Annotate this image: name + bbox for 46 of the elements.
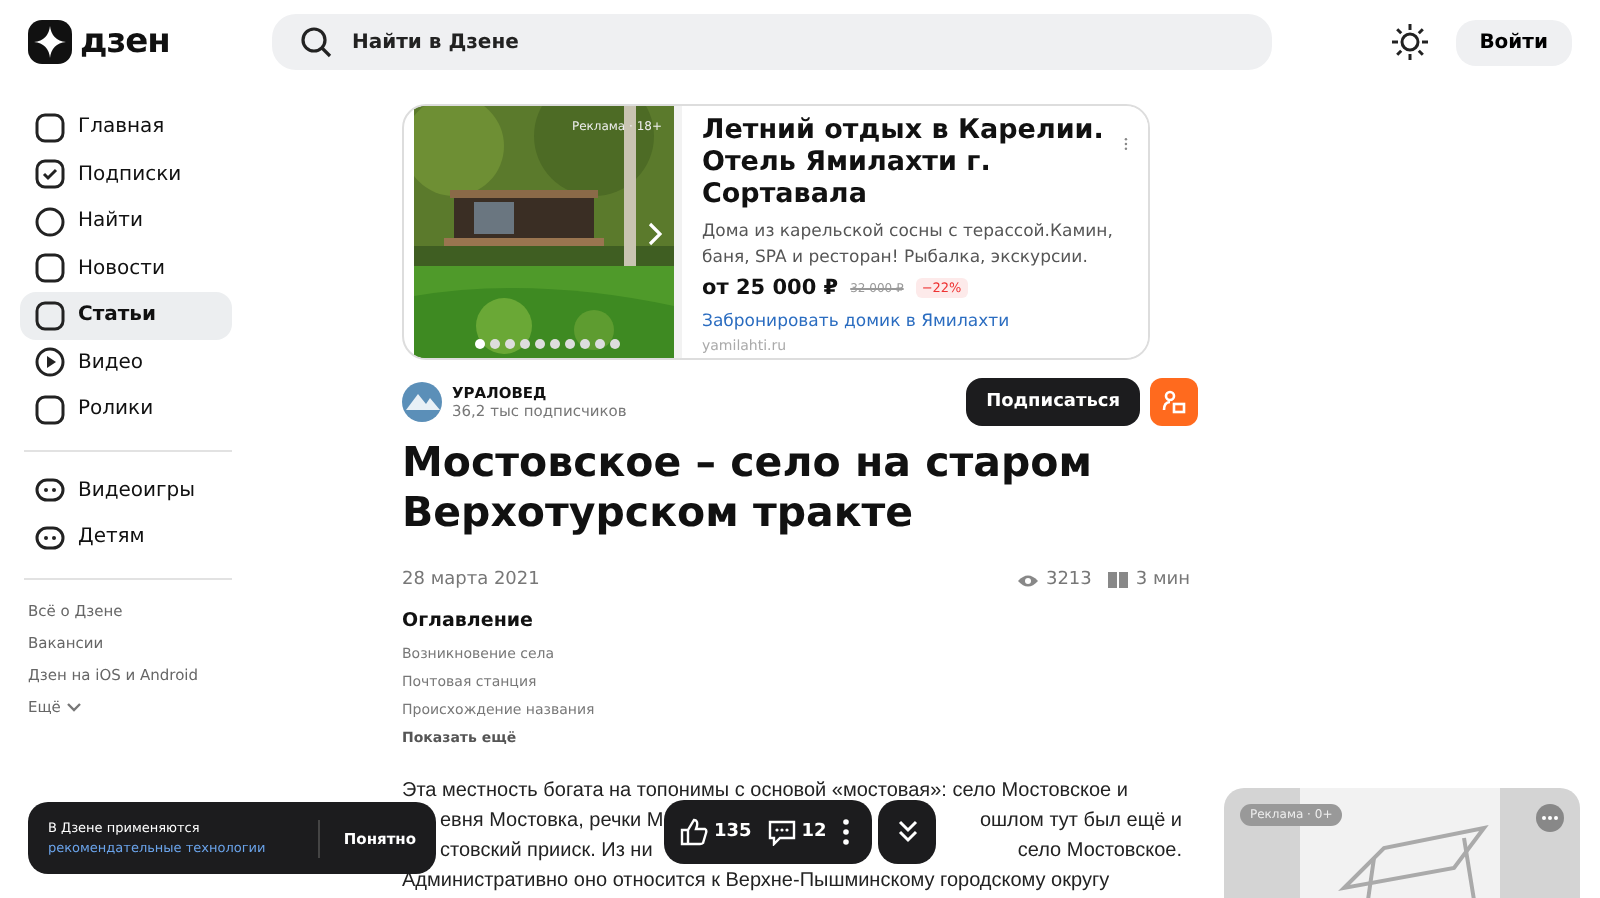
like-button[interactable]: 135 (680, 818, 752, 846)
read-time: 3 мин (1135, 570, 1190, 590)
double-chevron-icon (895, 820, 919, 844)
carousel-dots[interactable] (474, 338, 624, 350)
nav-item[interactable]: Главная (20, 104, 232, 151)
nav-item[interactable]: Найти (20, 198, 232, 245)
channel-avatar[interactable] (402, 382, 442, 422)
article-text: село Мостовское. (1017, 838, 1182, 866)
thumbs-up-icon (680, 818, 708, 846)
sun-icon[interactable] (1391, 24, 1428, 60)
logo-icon (28, 20, 72, 64)
ad-description: Дома из карельской сосны с терассой.Камин, баня, SPA и ресторан! Рыбалка, экскурсии. (702, 220, 1115, 272)
article-text: стовский прииск. Из ни (440, 838, 653, 866)
nav-item[interactable]: Статьи (20, 292, 232, 339)
subscribe-button[interactable]: Подписаться (966, 378, 1140, 426)
toc-heading: Оглавление (402, 610, 535, 632)
article-text: ошлом тут был ещё и (979, 808, 1182, 836)
share-button[interactable] (1150, 378, 1198, 426)
login-button[interactable]: Войти (1455, 19, 1572, 65)
eye-icon (1017, 573, 1038, 587)
article-text: Эта местность богата на топонимы с основой «мостовая»: село Мостовское и (402, 778, 1128, 806)
view-count: 3213 (1045, 570, 1092, 590)
comment-icon (767, 818, 796, 846)
nav-item[interactable]: Новости (20, 245, 232, 292)
ad-link[interactable]: Забронировать домик в Ямилахти (702, 312, 1128, 332)
logo-text: дзен (80, 22, 170, 62)
ad-title[interactable]: Летний отдых в Карелии. Отель Ямилахти г. Сортавала (702, 114, 1125, 210)
nav-item[interactable]: Ролики (20, 386, 232, 433)
chevron-icon[interactable] (646, 222, 662, 246)
nav-item[interactable]: Видеоигры (20, 467, 232, 514)
ad-price: от 25 000 ₽ (702, 276, 839, 300)
play-icon (34, 346, 66, 379)
comment-button[interactable]: 12 (767, 818, 827, 846)
checkbox-icon (34, 158, 66, 191)
article-text: евня Мостовка, речки М (440, 808, 664, 836)
scroll-down-button[interactable] (878, 800, 936, 864)
article-text: Административно оно относится к Верхне-Пышминскому городскому округу (402, 868, 1110, 896)
article-date: 28 марта 2021 (402, 570, 540, 590)
nav-item[interactable]: Детям (20, 514, 232, 561)
nav-item[interactable]: Видео (20, 339, 232, 386)
chevron-icon (66, 701, 83, 713)
more-icon[interactable] (842, 818, 851, 846)
ad-card[interactable] (402, 104, 1150, 360)
article-title: Мостовское – село на старом Верхотурском тракте (402, 438, 1094, 538)
people-icon (1162, 390, 1186, 414)
nav-item[interactable]: Подписки (20, 151, 232, 198)
